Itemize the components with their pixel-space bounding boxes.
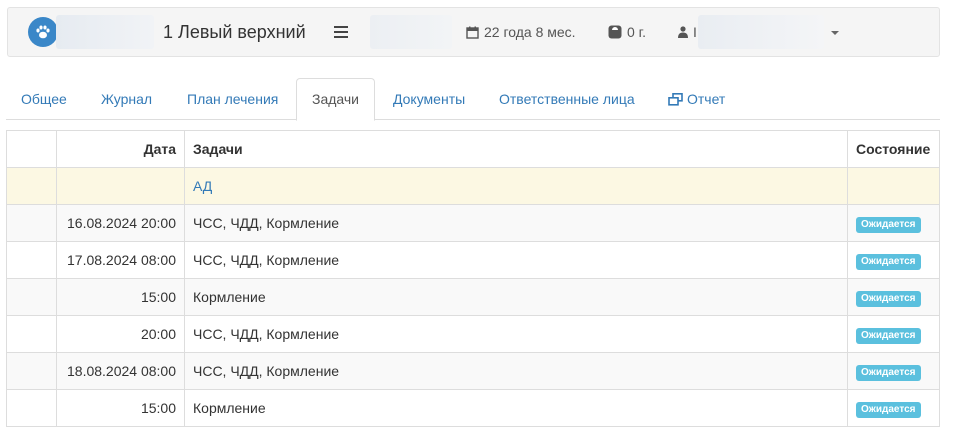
row-state-cell: Ожидается [847,204,940,242]
tab-label: Отчет [687,91,726,107]
tab-bar: Общее Журнал План лечения Задачи Докумен… [6,78,940,121]
table-row[interactable]: 15:00 Кормление Ожидается [6,389,940,427]
row-check-cell[interactable] [6,389,57,427]
row-date: 20:00 [56,315,185,353]
column-header-check[interactable] [6,130,57,168]
row-date: 15:00 [56,389,185,427]
tab-label: Общее [21,91,67,107]
group-label[interactable]: АД [184,167,848,205]
row-check-cell[interactable] [6,241,57,279]
table-row[interactable]: 20:00 ЧСС, ЧДД, Кормление Ожидается [6,315,940,353]
tab-responsible-persons[interactable]: Ответственные лица [484,78,650,120]
row-check-cell [6,167,57,205]
row-state-cell [847,167,940,205]
row-state-cell: Ожидается [847,352,940,390]
tab-journal[interactable]: Журнал [86,78,167,120]
group-link[interactable]: АД [193,178,212,194]
status-badge: Ожидается [856,364,921,381]
tab-documents[interactable]: Документы [378,78,480,120]
tab-treatment-plan[interactable]: План лечения [172,78,293,120]
status-badge: Ожидается [856,253,921,270]
row-check-cell[interactable] [6,315,57,353]
row-date: 16.08.2024 20:00 [56,204,185,242]
status-badge: Ожидается [856,327,921,344]
user-icon [678,26,688,38]
column-header-state[interactable]: Состояние [847,130,940,168]
row-date: 18.08.2024 08:00 [56,352,185,390]
calendar-icon [466,26,479,39]
paw-icon[interactable] [28,17,58,47]
row-state-cell: Ожидается [847,389,940,427]
tab-label: Документы [393,91,466,107]
tab-label: Ответственные лица [499,91,635,107]
tab-label: Журнал [101,91,153,107]
tab-tasks[interactable]: Задачи [296,78,376,121]
row-tasks: Кормление [184,389,848,427]
table-group-row[interactable]: АД [6,167,940,205]
status-badge: Ожидается [856,401,921,418]
row-date: 17.08.2024 08:00 [56,241,185,279]
row-tasks: ЧСС, ЧДД, Кормление [184,241,848,279]
tab-label: План лечения [187,91,279,107]
row-tasks: ЧСС, ЧДД, Кормление [184,315,848,353]
menu-icon[interactable] [334,26,348,38]
row-tasks: Кормление [184,278,848,316]
scale-icon [608,25,622,39]
chevron-down-icon[interactable] [831,31,839,35]
row-state-cell: Ожидается [847,315,940,353]
tasks-table: Дата Задачи Состояние АД 16.08.2024 20:0… [6,130,940,427]
weight-info: 0 г. [608,24,646,40]
row-state-cell: Ожидается [847,241,940,279]
row-check-cell[interactable] [6,352,57,390]
table-row[interactable]: 18.08.2024 08:00 ЧСС, ЧДД, Кормление Ожи… [6,352,940,390]
status-badge: Ожидается [856,290,921,307]
redacted-field [370,15,452,49]
row-tasks: ЧСС, ЧДД, Кормление [184,352,848,390]
table-header-row: Дата Задачи Состояние [6,130,940,168]
table-row[interactable]: 15:00 Кормление Ожидается [6,278,940,316]
table-row[interactable]: 16.08.2024 20:00 ЧСС, ЧДД, Кормление Ожи… [6,204,940,242]
weight-value: 0 г. [627,24,646,40]
row-check-cell[interactable] [6,278,57,316]
column-header-tasks[interactable]: Задачи [184,130,848,168]
row-tasks: ЧСС, ЧДД, Кормление [184,204,848,242]
age-value: 22 года 8 мес. [484,24,576,40]
row-state-cell: Ожидается [847,278,940,316]
table-row[interactable]: 17.08.2024 08:00 ЧСС, ЧДД, Кормление Ожи… [6,241,940,279]
tab-general[interactable]: Общее [6,78,82,120]
row-date-cell [56,167,185,205]
user-name: I [693,24,697,40]
external-window-icon [668,93,683,106]
redacted-field [56,15,154,49]
patient-header: 1 Левый верхний 22 года 8 мес. 0 г. I [7,7,940,57]
tab-label: Задачи [312,91,360,107]
age-info: 22 года 8 мес. [466,24,576,40]
redacted-field [698,15,824,49]
user-info[interactable]: I [678,24,697,40]
row-check-cell[interactable] [6,204,57,242]
tab-report[interactable]: Отчет [653,78,740,120]
patient-name: 1 Левый верхний [163,22,306,42]
column-header-date[interactable]: Дата [56,130,185,168]
row-date: 15:00 [56,278,185,316]
status-badge: Ожидается [856,216,921,233]
